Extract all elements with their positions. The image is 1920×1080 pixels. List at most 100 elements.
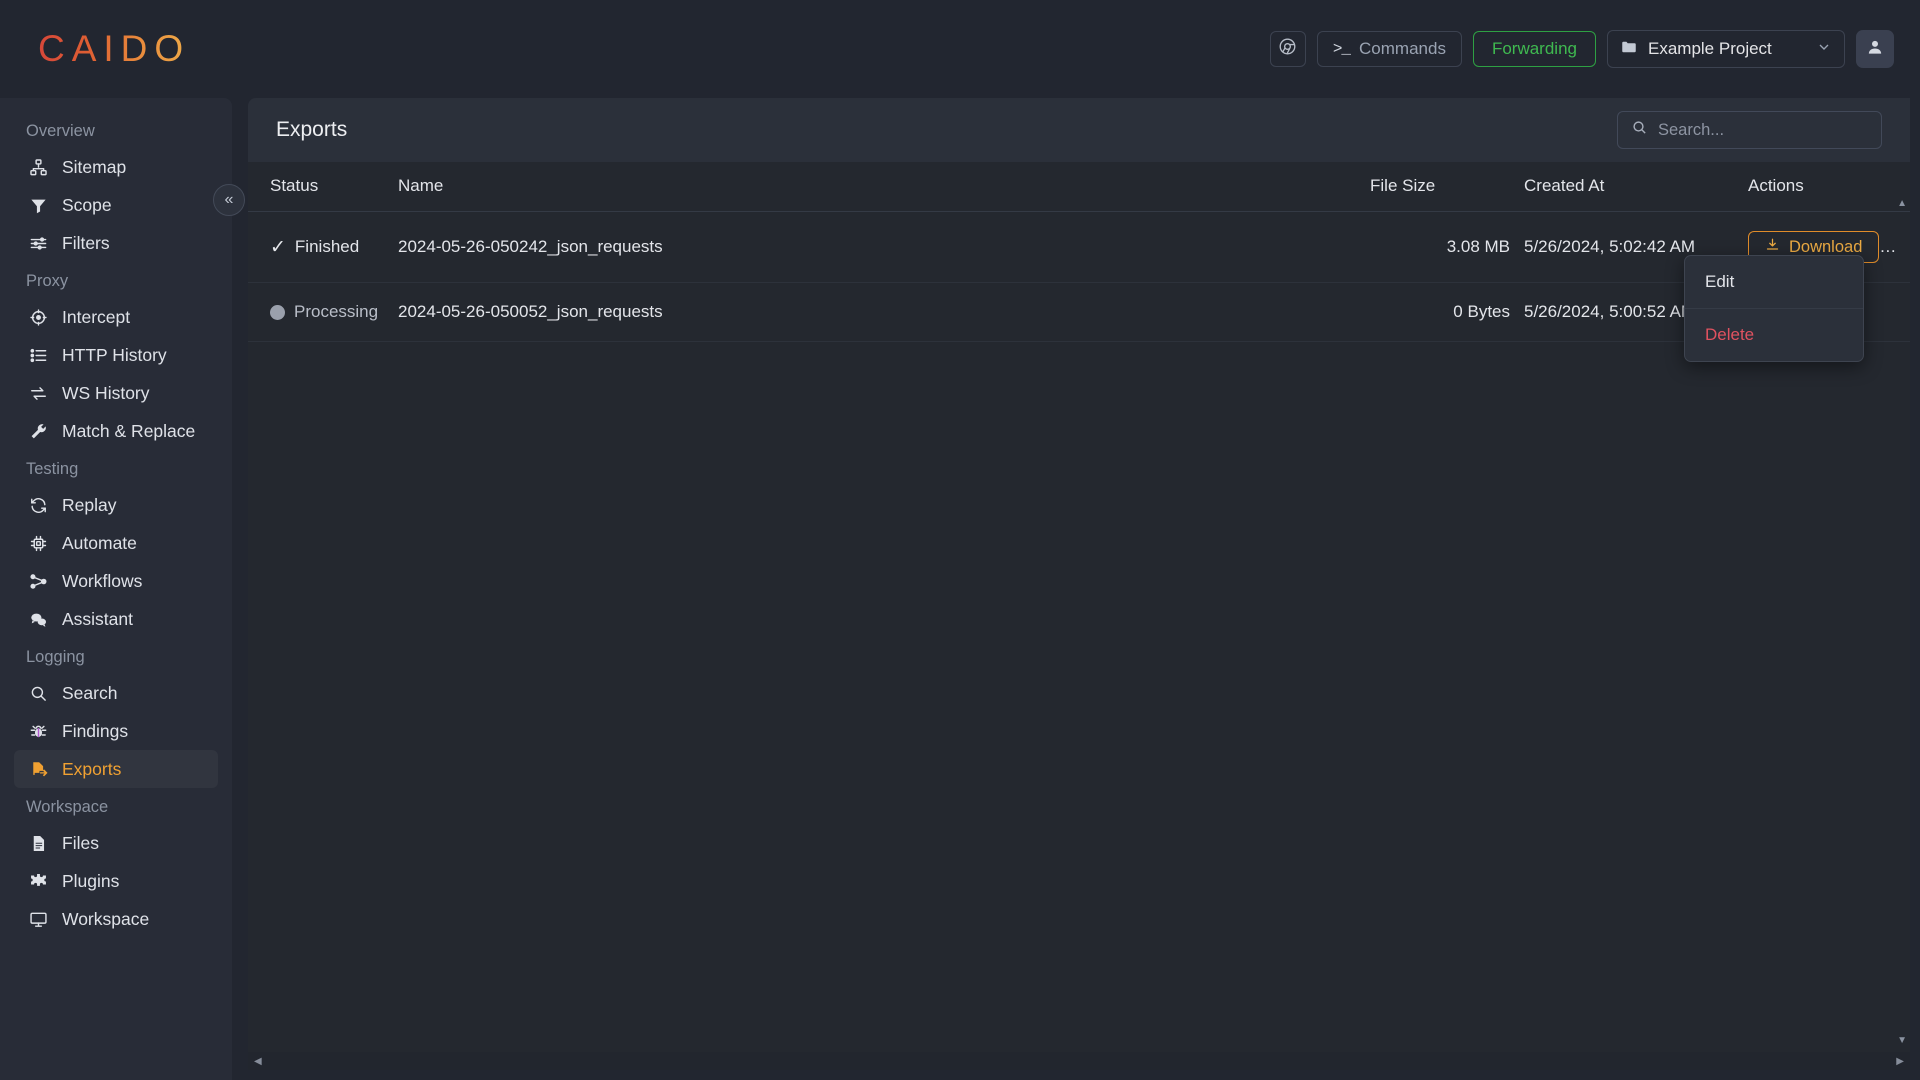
context-menu-item-edit[interactable]: Edit bbox=[1685, 256, 1863, 309]
sidebar-item-label: WS History bbox=[62, 382, 150, 403]
cell-status: Processing bbox=[248, 282, 398, 342]
sidebar-item-label: Workflows bbox=[62, 570, 143, 591]
project-selector[interactable]: Example Project bbox=[1607, 30, 1845, 68]
sidebar-item-workflows[interactable]: Workflows bbox=[14, 562, 218, 600]
sidebar-item-label: Files bbox=[62, 832, 99, 853]
chat-bubbles-icon bbox=[28, 609, 49, 630]
sidebar-section-title: Overview bbox=[26, 122, 95, 140]
chrome-icon bbox=[1278, 37, 1297, 61]
column-header-created-at[interactable]: Created At bbox=[1510, 162, 1720, 212]
refresh-icon bbox=[28, 495, 49, 516]
sidebar-item-match-replace[interactable]: Match & Replace bbox=[14, 412, 218, 450]
cell-file-size: 3.08 MB bbox=[1370, 211, 1510, 283]
crosshair-icon bbox=[28, 307, 49, 328]
search-box[interactable] bbox=[1617, 111, 1882, 149]
app-body: Overview Sitemap Scope Filters Proxy Intercep… bbox=[0, 98, 1920, 1080]
commands-label: Commands bbox=[1359, 39, 1446, 58]
sidebar-item-findings[interactable]: Findings bbox=[14, 712, 218, 750]
sidebar-item-http-history[interactable]: HTTP History bbox=[14, 336, 218, 374]
page-title: Exports bbox=[276, 118, 348, 141]
table-head: Status Name File Size Created At Actions bbox=[248, 162, 1910, 212]
spinner-dot-icon bbox=[270, 304, 285, 320]
forwarding-button[interactable]: Forwarding bbox=[1472, 31, 1596, 67]
download-icon bbox=[1765, 237, 1780, 257]
exports-table: Status Name File Size Created At Actions… bbox=[248, 162, 1910, 342]
caido-logo: CAIDO bbox=[34, 28, 190, 70]
horizontal-scrollbar[interactable]: ◀ ▶ bbox=[248, 1052, 1910, 1070]
sidebar-item-automate[interactable]: Automate bbox=[14, 524, 218, 562]
puzzle-icon bbox=[28, 871, 49, 892]
cell-name: 2024-05-26-050242_json_requests bbox=[398, 211, 1370, 283]
table-row[interactable]: ✓ Finished 2024-05-26-050242_json_requests… bbox=[248, 211, 1910, 283]
row-context-menu: Edit Delete bbox=[1684, 255, 1864, 362]
monitor-icon bbox=[28, 909, 49, 930]
sidebar-item-label: Match & Replace bbox=[62, 420, 196, 441]
column-header-name[interactable]: Name bbox=[398, 162, 1370, 212]
sidebar-item-label: Plugins bbox=[62, 870, 120, 891]
sidebar-item-ws-history[interactable]: WS History bbox=[14, 374, 218, 412]
sidebar-item-search[interactable]: Search bbox=[14, 674, 218, 712]
file-icon bbox=[28, 833, 49, 854]
table-body: ✓ Finished 2024-05-26-050242_json_requests… bbox=[248, 211, 1910, 342]
user-avatar-button[interactable] bbox=[1856, 30, 1894, 68]
sidebar-item-plugins[interactable]: Plugins bbox=[14, 862, 218, 900]
sidebar-item-exports[interactable]: Exports bbox=[14, 750, 218, 788]
sidebar-item-sitemap[interactable]: Sitemap bbox=[14, 148, 218, 186]
sidebar-section-title: Logging bbox=[26, 648, 85, 666]
search-icon bbox=[1631, 119, 1648, 141]
sidebar-item-label: Replay bbox=[62, 494, 117, 515]
sidebar-section-title: Workspace bbox=[26, 798, 109, 816]
sidebar-item-label: Sitemap bbox=[62, 156, 127, 177]
cell-name: 2024-05-26-050052_json_requests bbox=[398, 282, 1370, 342]
folder-icon bbox=[1620, 38, 1638, 61]
list-icon bbox=[28, 345, 49, 366]
context-menu-item-delete[interactable]: Delete bbox=[1685, 309, 1863, 361]
row-actions-menu-button[interactable] bbox=[1895, 238, 1910, 257]
sidebar-item-label: Scope bbox=[62, 194, 112, 215]
funnel-icon bbox=[28, 195, 49, 216]
page-header: Exports bbox=[248, 98, 1910, 162]
status-badge: Processing bbox=[294, 302, 379, 321]
sidebar-item-workspace[interactable]: Workspace bbox=[14, 900, 218, 938]
exports-table-area: Status Name File Size Created At Actions… bbox=[248, 162, 1910, 1070]
sidebar-item-scope[interactable]: Scope bbox=[14, 186, 218, 224]
column-header-status[interactable]: Status bbox=[248, 162, 398, 212]
sliders-icon bbox=[28, 233, 49, 254]
sidebar-item-label: Workspace bbox=[62, 908, 150, 929]
chip-icon bbox=[28, 533, 49, 554]
sidebar-section-title: Proxy bbox=[26, 272, 69, 290]
magnifier-icon bbox=[28, 683, 49, 704]
user-icon bbox=[1865, 37, 1885, 62]
app-header: CAIDO >_ Commands Forwarding Example Pro… bbox=[0, 0, 1920, 98]
cell-file-size: 0 Bytes bbox=[1370, 282, 1510, 342]
sidebar-navigation: Overview Sitemap Scope Filters Proxy Intercep… bbox=[0, 98, 232, 1080]
sidebar-item-assistant[interactable]: Assistant bbox=[14, 600, 218, 638]
browser-launch-button[interactable] bbox=[1269, 31, 1306, 67]
wrench-icon bbox=[28, 421, 49, 442]
sidebar-item-replay[interactable]: Replay bbox=[14, 486, 218, 524]
sidebar-collapse-button[interactable]: « bbox=[213, 184, 245, 216]
scroll-right-arrow[interactable]: ▶ bbox=[1896, 1056, 1904, 1067]
table-row[interactable]: Processing 2024-05-26-050052_json_request… bbox=[248, 282, 1910, 342]
chevron-double-left-icon: « bbox=[224, 191, 234, 208]
scroll-left-arrow[interactable]: ◀ bbox=[254, 1056, 262, 1067]
chevron-down-icon bbox=[1816, 39, 1832, 60]
caido-app-window: CAIDO >_ Commands Forwarding Example Pro… bbox=[0, 0, 1920, 1080]
sidebar-item-label: Intercept bbox=[62, 306, 131, 327]
search-input[interactable] bbox=[1658, 120, 1868, 140]
sidebar-item-label: Search bbox=[62, 682, 118, 703]
sidebar-item-label: Assistant bbox=[62, 608, 133, 629]
status-badge: Finished bbox=[294, 237, 360, 256]
download-label: Download bbox=[1789, 237, 1863, 256]
commands-button[interactable]: >_ Commands bbox=[1316, 31, 1462, 67]
sidebar-item-files[interactable]: Files bbox=[14, 824, 218, 862]
column-header-file-size[interactable]: File Size bbox=[1370, 162, 1510, 212]
column-header-actions: Actions bbox=[1720, 162, 1910, 212]
sidebar-item-filters[interactable]: Filters bbox=[14, 224, 218, 262]
table-header-row: Status Name File Size Created At Actions bbox=[248, 162, 1910, 212]
scroll-up-arrow[interactable]: ▲ bbox=[1897, 198, 1907, 209]
workflow-nodes-icon bbox=[28, 571, 49, 592]
sidebar-item-intercept[interactable]: Intercept bbox=[14, 298, 218, 336]
scroll-down-arrow[interactable]: ▼ bbox=[1897, 1035, 1907, 1046]
bug-icon bbox=[28, 721, 49, 742]
